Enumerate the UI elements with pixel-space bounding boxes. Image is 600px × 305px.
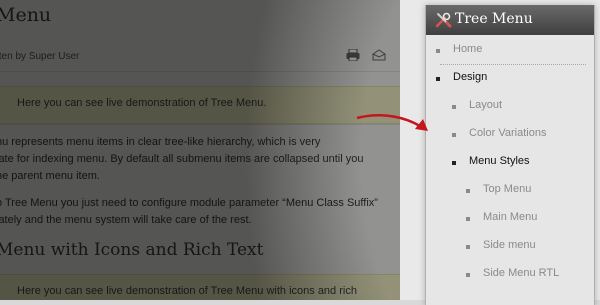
tools-icon [435,12,452,28]
paragraph: nu represents menu items in clear tree-l… [0,134,364,185]
tree-menu-item[interactable]: Main Menu [426,205,594,233]
notice-box: Here you can see live demonstration of T… [0,274,400,300]
bullet-icon [452,161,456,165]
paragraph-line: iately and the menu system will take car… [0,214,252,226]
tree-menu-item-label: Main Menu [483,211,538,223]
bullet-icon [452,133,456,137]
tree-menu-item[interactable]: Side Menu RTL [426,261,594,289]
paragraph-line: he parent menu item. [0,170,100,182]
tree-menu-item-label: Design [453,71,488,83]
tree-menu-title: Tree Menu [455,11,533,27]
tree-menu-item[interactable]: Side menu [426,233,594,261]
tree-menu-item-label: Menu Styles [469,155,530,167]
tree-menu-item-label: Side Menu RTL [483,267,560,279]
tree-menu-item[interactable]: Home [426,37,594,65]
tree-menu-item-label: Side menu [483,239,536,251]
tree-menu-item[interactable]: Color Variations [426,121,594,149]
tree-menu-item-label: Color Variations [469,127,547,139]
tree-menu-module: Tree Menu Home Design Layout Color Variatio… [425,5,595,305]
envelope-icon[interactable] [372,49,386,61]
tree-menu-header: Tree Menu [426,5,594,35]
bullet-icon [466,189,470,193]
bullet-icon [466,273,470,277]
paragraph: o Tree Menu you just need to configure m… [0,195,378,229]
printer-icon[interactable] [346,49,360,61]
paragraph-line: o Tree Menu you just need to configure m… [0,195,378,212]
bullet-icon [452,105,456,109]
tree-menu-item[interactable]: Menu Styles [426,149,594,177]
article-author: tten by Super User [0,51,80,62]
notice-box: Here you can see live demonstration of T… [0,86,400,124]
bullet-icon [466,217,470,221]
bullet-icon [466,245,470,249]
notice-text: Here you can see live demonstration of T… [17,97,267,109]
tree-menu-item[interactable]: Top Menu [426,177,594,205]
divider [0,124,400,125]
divider [0,71,400,72]
paragraph-line: iate for indexing menu. By default all s… [0,153,364,165]
curved-arrow-icon [356,114,428,131]
paragraph-line: nu represents menu items in clear tree-l… [0,136,321,148]
notice-text: Here you can see live demonstration of T… [17,285,357,297]
tree-menu-item[interactable]: Layout [426,93,594,121]
tree-menu-item-label: Home [453,43,483,55]
tree-menu-item-label: Top Menu [483,183,532,195]
tree-menu-item-label: Layout [469,99,503,111]
bullet-icon [436,49,440,53]
section-heading: Menu with Icons and Rich Text [0,240,264,260]
parameter-name: “Menu Class Suffix” [282,197,378,209]
article-title: Menu [0,4,52,26]
tree-menu-item[interactable]: Design [426,65,594,93]
paragraph-text: o Tree Menu you just need to configure m… [0,197,283,209]
article-area: Menu tten by Super User Here you can see… [0,0,400,300]
bullet-icon [436,77,440,81]
